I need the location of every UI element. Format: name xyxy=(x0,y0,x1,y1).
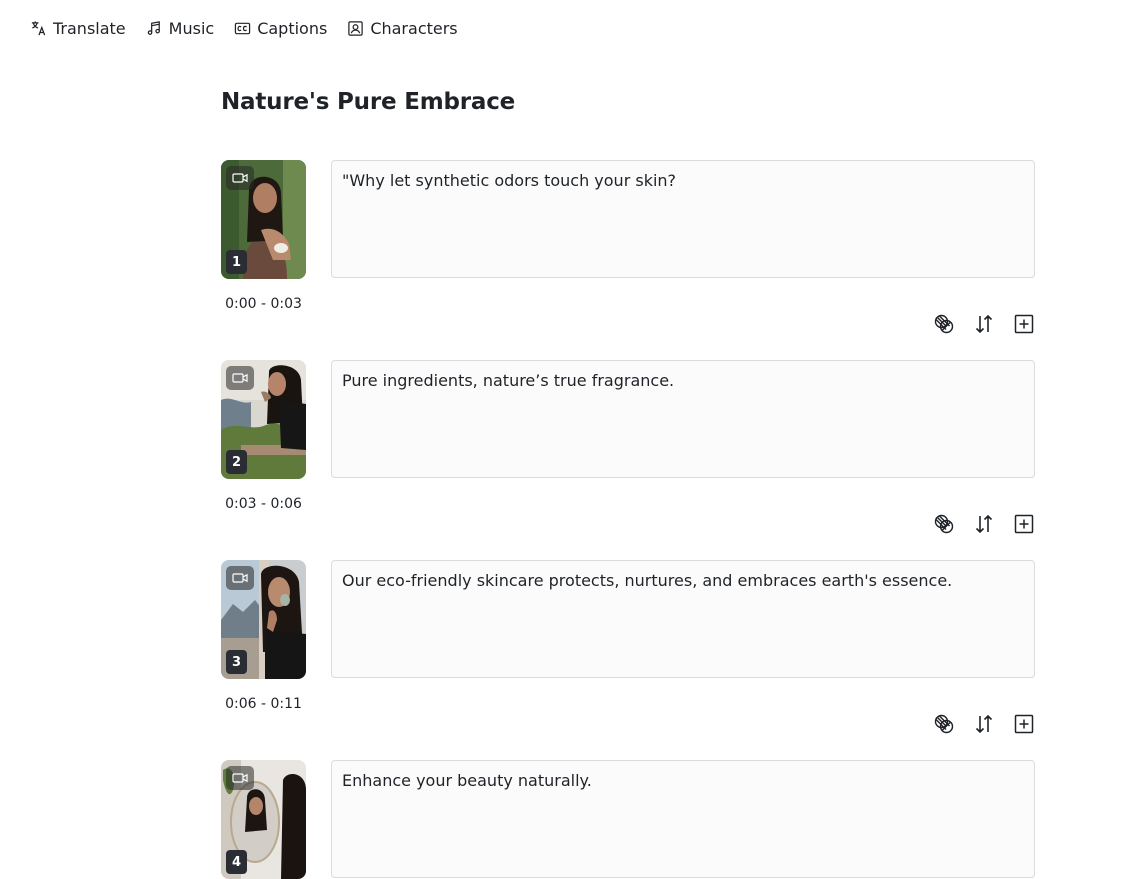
reorder-icon xyxy=(975,714,993,734)
scene-actions xyxy=(933,313,1035,335)
captions-label: Captions xyxy=(257,18,328,38)
reorder-icon xyxy=(975,314,993,334)
scene-thumbnail[interactable]: 1 xyxy=(221,160,306,279)
music-label: Music xyxy=(168,18,215,38)
scene-actions xyxy=(933,713,1035,735)
add-scene-icon xyxy=(1014,314,1034,334)
scene-caption-input[interactable]: Enhance your beauty naturally. xyxy=(331,760,1035,878)
scene-row-2: 2 0:03 - 0:06 Pure ingredients, nature’s… xyxy=(221,360,1035,560)
scene-row-3: 3 0:06 - 0:11 Our eco-friendly skincare … xyxy=(221,560,1035,760)
add-scene-icon xyxy=(1014,514,1034,534)
video-camera-icon xyxy=(232,373,248,383)
character-portrait-icon xyxy=(348,20,364,36)
characters-button[interactable]: Characters xyxy=(347,18,458,38)
scene-caption-input[interactable]: Our eco-friendly skincare protects, nurt… xyxy=(331,560,1035,678)
scene-time-range: 0:06 - 0:11 xyxy=(225,696,302,712)
voice-style-icon xyxy=(934,314,954,334)
add-scene-button[interactable] xyxy=(1013,313,1035,335)
video-clip-badge xyxy=(226,366,254,390)
reorder-button[interactable] xyxy=(973,513,995,535)
voice-style-button[interactable] xyxy=(933,713,955,735)
video-camera-icon xyxy=(232,773,248,783)
scene-number-badge: 1 xyxy=(226,250,247,274)
voice-style-icon xyxy=(934,714,954,734)
captions-icon xyxy=(234,22,251,34)
music-button[interactable]: Music xyxy=(146,18,215,38)
translate-icon xyxy=(31,20,46,35)
captions-button[interactable]: Captions xyxy=(234,19,327,38)
scene-thumbnail[interactable]: 2 xyxy=(221,360,306,479)
scene-row-4: 4 Enhance your beauty naturally. xyxy=(221,760,1035,879)
video-clip-badge xyxy=(226,766,254,790)
music-note-icon xyxy=(147,20,160,35)
reorder-button[interactable] xyxy=(973,313,995,335)
scene-thumbnail[interactable]: 4 xyxy=(221,760,306,879)
scene-number-badge: 2 xyxy=(226,450,247,474)
scene-caption-input[interactable]: Pure ingredients, nature’s true fragranc… xyxy=(331,360,1035,478)
scene-thumbnail[interactable]: 3 xyxy=(221,560,306,679)
characters-label: Characters xyxy=(370,18,458,38)
reorder-icon xyxy=(975,514,993,534)
project-title: Nature's Pure Embrace xyxy=(221,89,516,115)
add-scene-button[interactable] xyxy=(1013,713,1035,735)
voice-style-button[interactable] xyxy=(933,513,955,535)
scene-actions xyxy=(933,513,1035,535)
scene-caption-input[interactable]: "Why let synthetic odors touch your skin… xyxy=(331,160,1035,278)
translate-button[interactable]: Translate xyxy=(30,19,126,38)
scene-number-badge: 4 xyxy=(226,850,247,874)
add-scene-icon xyxy=(1014,714,1034,734)
voice-style-button[interactable] xyxy=(933,313,955,335)
top-toolbar: Translate Music Captions Characters xyxy=(30,16,458,40)
video-clip-badge xyxy=(226,166,254,190)
video-camera-icon xyxy=(232,173,248,183)
add-scene-button[interactable] xyxy=(1013,513,1035,535)
video-clip-badge xyxy=(226,566,254,590)
scene-time-range: 0:03 - 0:06 xyxy=(225,496,302,512)
scene-number-badge: 3 xyxy=(226,650,247,674)
scene-row-1: 1 0:00 - 0:03 "Why let synthetic odors t… xyxy=(221,160,1035,360)
scene-time-range: 0:00 - 0:03 xyxy=(225,296,302,312)
voice-style-icon xyxy=(934,514,954,534)
reorder-button[interactable] xyxy=(973,713,995,735)
translate-label: Translate xyxy=(53,18,126,38)
video-camera-icon xyxy=(232,573,248,583)
